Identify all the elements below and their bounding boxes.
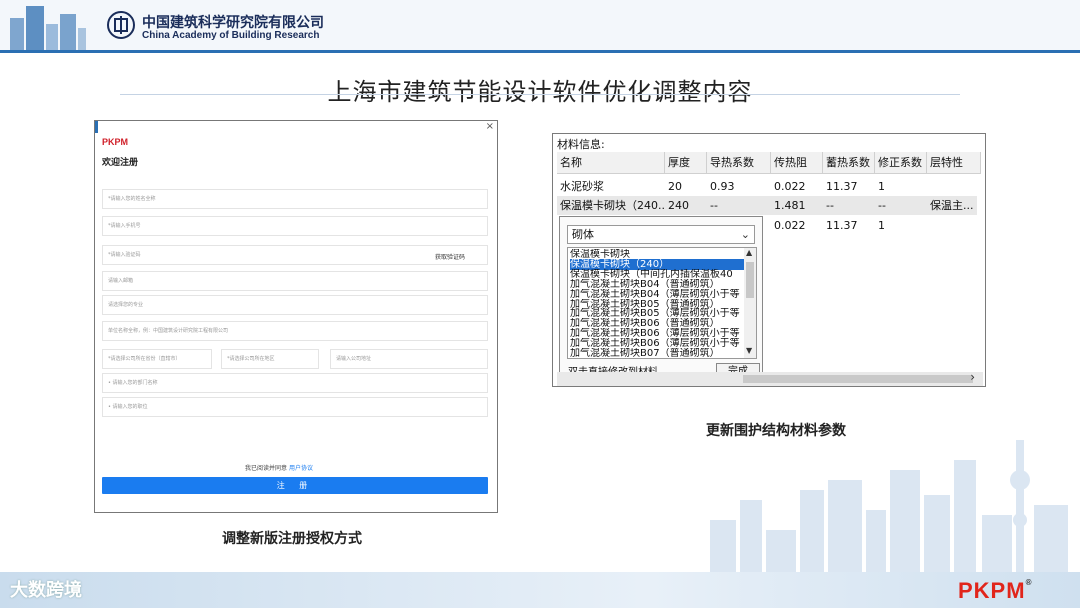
column-header-name[interactable]: 名称: [557, 152, 665, 174]
material-listbox[interactable]: 保温模卡砌块 保温模卡砌块（240） 保温模卡砌块（中间孔内插保温板40 加气混凝土砌…: [567, 247, 757, 359]
material-info-label: 材料信息:: [557, 138, 605, 151]
company-field[interactable]: 单位名称全称，例：中国建筑设计研究院工程有限公司: [102, 321, 488, 341]
pkpm-logo-text: PKPM: [958, 578, 1026, 603]
address-field[interactable]: 请输入公司地址: [330, 349, 488, 369]
district-select[interactable]: *请选择公司所在地区: [221, 349, 319, 369]
list-item[interactable]: 加气混凝土砌块B07（普通砌筑）: [570, 348, 744, 358]
vertical-scrollbar[interactable]: ▲ ▼: [744, 248, 756, 358]
table-cell: 1.481: [774, 199, 806, 212]
table-cell: --: [826, 199, 834, 212]
table-cell: 保温主...: [930, 199, 974, 212]
city-skyline-graphic-icon: [710, 440, 1068, 580]
table-cell: 0.022: [774, 219, 806, 232]
slide-title: 上海市建筑节能设计软件优化调整内容: [327, 78, 753, 106]
pkpm-logo: PKPM: [102, 137, 129, 147]
buildings-graphic-icon: [10, 6, 86, 50]
table-cell: 20: [668, 180, 682, 193]
email-field[interactable]: 请输入邮箱: [102, 271, 488, 291]
pkpm-footer-logo: PKPM®: [958, 578, 1032, 604]
province-select[interactable]: *请选择公司所在省份（直辖市）: [102, 349, 212, 369]
scroll-up-icon[interactable]: ▲: [746, 248, 752, 257]
agreement-row: 我已阅读并同意 用户协议: [245, 463, 313, 472]
table-cell: 0.022: [774, 180, 806, 193]
table-cell: [927, 177, 981, 196]
scroll-down-icon[interactable]: ▼: [746, 346, 752, 355]
org-name-cn: 中国建筑科学研究院有限公司: [142, 15, 324, 31]
footer-band: [0, 572, 1080, 608]
column-header-thickness[interactable]: 厚度: [665, 152, 707, 174]
column-header-resistance[interactable]: 传热阻: [771, 152, 823, 174]
department-field[interactable]: • 请输入您的部门名称: [102, 373, 488, 393]
column-header-conductivity[interactable]: 导热系数: [707, 152, 771, 174]
cabr-logo-icon: [107, 11, 135, 39]
column-header-heat-storage[interactable]: 蓄热系数: [823, 152, 875, 174]
org-name-en: China Academy of Building Research: [142, 30, 320, 41]
scrollbar-thumb[interactable]: [746, 262, 754, 298]
table-cell: 1: [878, 219, 885, 232]
register-title: 欢迎注册: [102, 158, 139, 168]
table-cell: --: [710, 199, 718, 212]
close-icon[interactable]: ×: [486, 121, 494, 132]
position-field[interactable]: • 请输入您的职位: [102, 397, 488, 417]
table-cell: 水泥砂浆: [560, 180, 604, 193]
profession-select[interactable]: 请选择您的专业: [102, 295, 488, 315]
column-header-correction[interactable]: 修正系数: [875, 152, 927, 174]
dialog-accent-bar: [95, 121, 98, 133]
material-picker-popup: 砌体 ⌄ 保温模卡砌块 保温模卡砌块（240） 保温模卡砌块（中间孔内插保温板40 加…: [559, 216, 763, 380]
user-agreement-link[interactable]: 用户协议: [289, 465, 313, 472]
table-cell: 1: [878, 180, 885, 193]
table-cell: 240: [668, 199, 689, 212]
horizontal-scrollbar[interactable]: ›: [557, 370, 983, 386]
register-button[interactable]: 注 册: [102, 477, 488, 494]
category-value: 砌体: [572, 228, 594, 241]
category-combobox[interactable]: 砌体 ⌄: [567, 225, 755, 244]
material-panel: 材料信息: 名称 厚度 导热系数 传热阻 蓄热系数 修正系数 层特性 水泥砂浆 …: [552, 133, 986, 387]
watermark-text: 大数跨境: [10, 580, 82, 601]
registered-mark: ®: [1025, 578, 1033, 587]
title-underline: [120, 94, 960, 95]
table-cell: 11.37: [826, 180, 858, 193]
scrollbar-thumb[interactable]: [743, 375, 973, 383]
header-accent-line: [0, 50, 1080, 53]
table-cell: 保温模卡砌块（240...: [560, 199, 665, 212]
register-dialog: × PKPM 欢迎注册 *请输入您的姓名全称 *请输入手机号 *请输入验证码 获…: [94, 120, 498, 513]
verification-code-field[interactable]: *请输入验证码: [102, 245, 488, 265]
agreement-text: 我已阅读并同意: [245, 465, 288, 472]
column-header-layer-type[interactable]: 层特性: [927, 152, 981, 174]
register-caption: 调整新版注册授权方式: [222, 531, 362, 547]
table-cell: 0.93: [710, 180, 735, 193]
table-cell: 11.37: [826, 219, 858, 232]
get-code-button[interactable]: 获取验证码: [435, 252, 465, 261]
chevron-right-icon[interactable]: ›: [970, 370, 975, 384]
name-field[interactable]: *请输入您的姓名全称: [102, 189, 488, 209]
table-cell: --: [878, 199, 886, 212]
phone-field[interactable]: *请输入手机号: [102, 216, 488, 236]
chevron-down-icon[interactable]: ⌄: [741, 226, 750, 243]
